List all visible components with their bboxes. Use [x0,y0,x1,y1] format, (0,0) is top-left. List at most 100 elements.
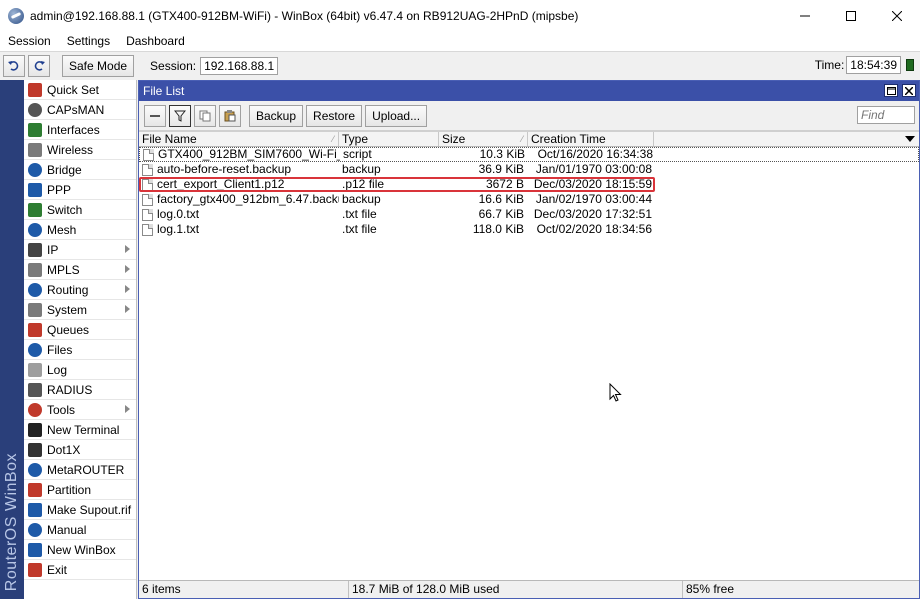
sidebar-item-label: Queues [47,322,90,337]
table-row[interactable]: auto-before-reset.backup backup 36.9 KiB Ja… [139,162,919,177]
cell-file-name: cert_export_Client1.p12 [139,177,339,192]
status-bar: 6 items 18.7 MiB of 128.0 MiB used 85% f… [139,580,919,598]
minus-icon [150,114,160,117]
sidebar-item-label: Wireless [47,142,94,157]
sidebar-item-log[interactable]: Log [24,360,136,380]
file-icon [142,193,153,206]
file-name-text: factory_gtx400_912bm_6.47.backup [157,192,339,206]
ip-icon [28,242,42,257]
time-area: Time: 18:54:39 [815,56,914,74]
status-free-space: 85% free [686,582,735,596]
column-creation-time[interactable]: Creation Time [528,132,654,146]
sidebar-item-routing[interactable]: Routing [24,280,136,300]
sidebar-item-ip[interactable]: IP [24,240,136,260]
sidebar-item-new-winbox[interactable]: New WinBox [24,540,136,560]
sidebar-item-dot1x[interactable]: Dot1X [24,440,136,460]
sidebar-item-tools[interactable]: Tools [24,400,136,420]
sidebar-item-partition[interactable]: Partition [24,480,136,500]
sidebar: Quick Set CAPsMAN Interfaces Wireless Bridge… [24,80,137,599]
table-row[interactable]: log.1.txt .txt file 118.0 KiB Oct/02/2020 1… [139,222,919,237]
sidebar-item-label: Bridge [47,162,82,177]
cell-type: backup [342,192,381,206]
safe-mode-button[interactable]: Safe Mode [62,54,135,77]
brand-bar: RouterOS WinBox [0,80,24,599]
sidebar-item-label: IP [47,242,59,257]
sidebar-item-label: Interfaces [47,122,100,137]
routing-icon [28,282,42,297]
sidebar-item-quick-set[interactable]: Quick Set [24,80,136,100]
restore-button[interactable]: Restore [306,104,363,127]
menu-dashboard[interactable]: Dashboard [118,31,193,51]
table-row[interactable]: log.0.txt .txt file 66.7 KiB Dec/03/2020 17… [139,207,919,222]
table-row[interactable]: cert_export_Client1.p12 .p12 file 3672 B De… [139,177,919,192]
close-button[interactable] [874,0,920,31]
redo-icon [34,60,45,71]
maximize-button[interactable] [828,0,874,31]
supout-icon [28,502,42,517]
file-list-title: File List [143,84,185,98]
sidebar-item-label: Tools [47,402,76,417]
sidebar-item-wireless[interactable]: Wireless [24,140,136,160]
column-size[interactable]: Size ⁄ [439,132,528,146]
session-label: Session: [150,58,197,73]
column-type[interactable]: Type [339,132,439,146]
paste-icon [224,109,236,121]
close-window-button[interactable] [902,84,916,97]
backup-button[interactable]: Backup [249,104,304,127]
sidebar-item-metarouter[interactable]: MetaROUTER [24,460,136,480]
bridge-icon [28,162,42,177]
menu-settings[interactable]: Settings [59,31,118,51]
cell-file-name: log.1.txt [139,222,339,237]
status-item-count: 6 items [139,581,349,598]
column-file-name[interactable]: File Name ⁄ [139,132,339,146]
file-icon [142,163,153,176]
column-menu-dropdown-icon[interactable] [905,136,915,142]
table-row[interactable]: GTX400_912BM_SIM7600_Wi-Fi_... script 10.3… [139,147,919,162]
paste-button[interactable] [219,104,241,127]
sidebar-item-system[interactable]: System [24,300,136,320]
sidebar-item-files[interactable]: Files [24,340,136,360]
find-input[interactable] [857,106,915,124]
cell-file-name: auto-before-reset.backup [139,162,339,177]
sidebar-item-capsman[interactable]: CAPsMAN [24,100,136,120]
restore-window-button[interactable] [884,84,898,97]
sidebar-item-interfaces[interactable]: Interfaces [24,120,136,140]
status-led-icon [906,59,914,71]
minimize-icon [800,15,810,16]
file-list-titlebar: File List [139,81,919,101]
sidebar-item-ppp[interactable]: PPP [24,180,136,200]
filter-button[interactable] [169,104,191,127]
copy-icon [199,110,211,121]
capsman-icon [28,102,42,117]
file-icon [143,148,154,161]
cell-size: 10.3 KiB [479,147,525,161]
sidebar-item-bridge[interactable]: Bridge [24,160,136,180]
sidebar-item-exit[interactable]: Exit [24,560,136,580]
cell-size: 118.0 KiB [472,222,524,236]
copy-button[interactable] [194,104,216,127]
undo-button[interactable] [3,54,25,77]
sidebar-item-queues[interactable]: Queues [24,320,136,340]
remove-button[interactable] [144,104,166,127]
sidebar-item-make-supout-rif[interactable]: Make Supout.rif [24,500,136,520]
filter-icon [174,110,186,122]
sidebar-item-mpls[interactable]: MPLS [24,260,136,280]
cell-creation-time: Oct/02/2020 18:34:56 [536,222,652,236]
minimize-button[interactable] [782,0,828,31]
sidebar-item-switch[interactable]: Switch [24,200,136,220]
cell-creation-time: Oct/16/2020 16:34:38 [537,147,653,161]
sidebar-item-label: Manual [47,522,87,537]
cell-type: .txt file [342,207,377,221]
sidebar-item-radius[interactable]: RADIUS [24,380,136,400]
sidebar-item-mesh[interactable]: Mesh [24,220,136,240]
maximize-icon [846,10,856,21]
sidebar-item-new-terminal[interactable]: New Terminal [24,420,136,440]
log-icon [28,362,42,377]
upload-button[interactable]: Upload... [365,104,428,127]
file-icon [142,208,153,221]
table-row[interactable]: factory_gtx400_912bm_6.47.backup backup 16… [139,192,919,207]
redo-button[interactable] [28,54,50,77]
file-name-text: log.1.txt [157,222,200,236]
menu-session[interactable]: Session [0,31,59,51]
sidebar-item-manual[interactable]: Manual [24,520,136,540]
